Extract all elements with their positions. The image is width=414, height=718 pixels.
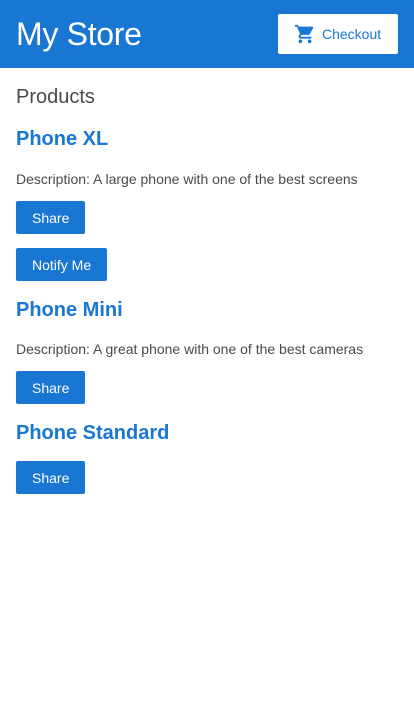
checkout-label: Checkout: [322, 26, 382, 42]
product-description: Description: A large phone with one of t…: [16, 171, 358, 187]
product-name-link[interactable]: Phone Mini: [16, 299, 123, 322]
products-heading: Products: [16, 86, 95, 108]
share-button[interactable]: Share: [16, 461, 86, 494]
store-title-link[interactable]: My Store: [16, 16, 142, 53]
top-bar: My Store Checkout: [0, 0, 414, 68]
product-item: Phone Standard Share: [16, 422, 398, 494]
product-item: Phone XL Description: A large phone with…: [16, 128, 398, 281]
product-name-link[interactable]: Phone Standard: [16, 422, 169, 445]
shopping-cart-icon: [294, 24, 314, 44]
main-content: Products Phone XL Description: A large p…: [0, 68, 414, 494]
product-item: Phone Mini Description: A great phone wi…: [16, 299, 398, 404]
share-button[interactable]: Share: [16, 201, 86, 234]
checkout-button[interactable]: Checkout: [278, 14, 398, 54]
product-description: Description: A great phone with one of t…: [16, 341, 364, 357]
product-name-link[interactable]: Phone XL: [16, 128, 108, 151]
notify-me-button[interactable]: Notify Me: [16, 248, 108, 281]
share-button[interactable]: Share: [16, 371, 86, 404]
